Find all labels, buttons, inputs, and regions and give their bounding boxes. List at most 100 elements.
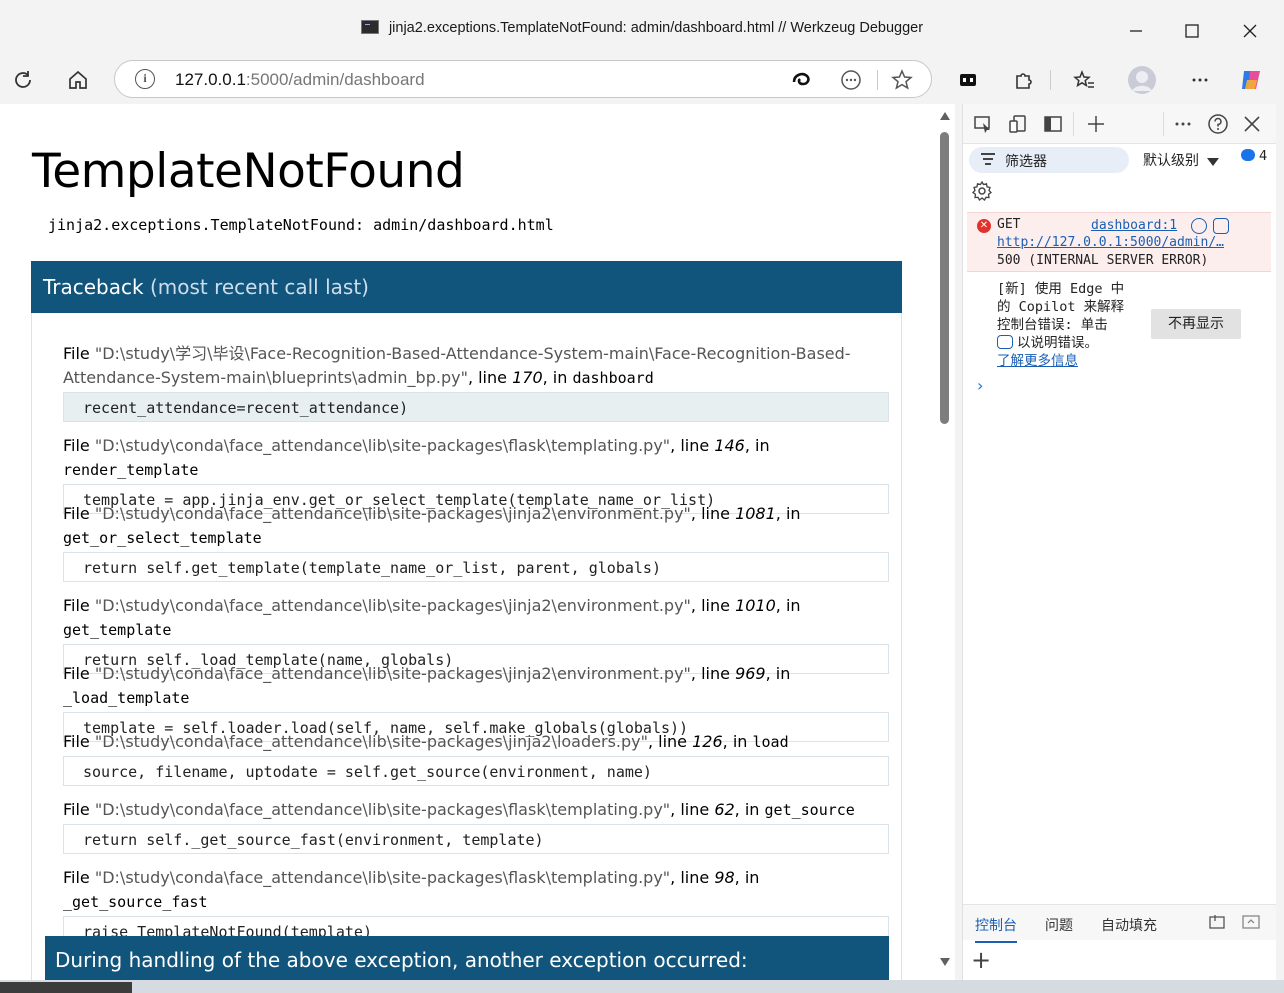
refresh-button[interactable] xyxy=(7,64,39,96)
frame-filename[interactable]: "D:\study\conda\face_attendance\lib\site… xyxy=(95,732,648,751)
add-tab-button[interactable] xyxy=(1082,110,1110,138)
address-bar[interactable]: i 127.0.0.1:5000/admin/dashboard xyxy=(114,60,932,98)
more-icon xyxy=(1175,122,1191,126)
frame-code-line[interactable]: recent_attendance=recent_attendance) xyxy=(63,392,889,422)
network-request-icon[interactable] xyxy=(1191,218,1207,234)
issues-count: 4 xyxy=(1259,149,1268,164)
copilot-icon[interactable] xyxy=(997,335,1013,349)
frame-function: get_source xyxy=(764,801,855,819)
copilot-explain-icon[interactable] xyxy=(1213,218,1229,234)
page-scrollbar[interactable] xyxy=(936,104,955,980)
frame-function: get_template xyxy=(63,621,172,639)
frame-code-line[interactable]: source, filename, uptodate = self.get_so… xyxy=(63,756,889,786)
traceback-frame: File "D:\study\学习\毕设\Face-Recognition-Ba… xyxy=(63,342,889,422)
scroll-up-arrow-icon[interactable] xyxy=(940,112,950,120)
devtools-more-button[interactable] xyxy=(1169,110,1197,138)
copilot-hint-line: 以说明错误。 xyxy=(1017,335,1098,351)
settings-more-button[interactable] xyxy=(1184,64,1216,96)
frame-line-number: 62 xyxy=(714,800,735,819)
copilot-hint-line: 的 Copilot 来解释 xyxy=(997,299,1125,315)
dont-show-again-button[interactable]: 不再显示 xyxy=(1151,309,1241,339)
extensions-button[interactable] xyxy=(1007,64,1039,96)
favorite-star-icon[interactable] xyxy=(890,68,914,92)
log-level-dropdown[interactable]: 默认级别 xyxy=(1143,150,1219,170)
console-prompt-chevron-icon[interactable]: › xyxy=(977,376,983,395)
console-settings-button[interactable] xyxy=(971,180,993,202)
frame-filename[interactable]: "D:\study\conda\face_attendance\lib\site… xyxy=(95,800,670,819)
tab-console[interactable]: 控制台 xyxy=(975,915,1017,943)
message-icon xyxy=(1241,149,1255,161)
frame-line-number: 146 xyxy=(714,436,745,455)
console-error-message: ✕ GET dashboard:1 http://127.0.0.1:5000/… xyxy=(967,212,1271,272)
frame-location: File "D:\study\conda\face_attendance\lib… xyxy=(63,664,791,707)
frame-line-number: 98 xyxy=(714,868,735,887)
traceback-subtitle: (most recent call last) xyxy=(149,275,369,299)
frame-location: File "D:\study\conda\face_attendance\lib… xyxy=(63,800,855,819)
addr-divider xyxy=(877,70,878,90)
window-right-edge xyxy=(1276,104,1284,980)
frame-filename[interactable]: "D:\study\conda\face_attendance\lib\site… xyxy=(95,504,691,523)
undock-drawer-button[interactable] xyxy=(1207,913,1227,935)
scrollbar-thumb[interactable] xyxy=(940,132,949,424)
close-window-button[interactable] xyxy=(1237,18,1263,44)
frame-filename[interactable]: "D:\study\conda\face_attendance\lib\site… xyxy=(95,868,670,887)
favorites-button[interactable] xyxy=(1068,64,1100,96)
request-method: GET xyxy=(997,217,1021,232)
learn-more-link[interactable]: 了解更多信息 xyxy=(997,352,1145,370)
frame-filename[interactable]: "D:\study\conda\face_attendance\lib\site… xyxy=(95,596,691,615)
home-button[interactable] xyxy=(62,64,94,96)
copilot-button[interactable] xyxy=(1235,64,1267,96)
frame-code-line[interactable]: return self.get_template(template_name_o… xyxy=(63,552,889,582)
device-emulation-button[interactable] xyxy=(1004,110,1032,138)
chevron-down-icon xyxy=(1207,158,1219,166)
dock-side-button[interactable] xyxy=(1039,110,1067,138)
url-path: :5000/admin/dashboard xyxy=(245,70,425,89)
inspect-element-button[interactable] xyxy=(969,110,997,138)
frame-location: File "D:\study\conda\face_attendance\lib… xyxy=(63,868,760,911)
error-source-link[interactable]: dashboard:1 xyxy=(1091,218,1177,233)
url-text[interactable]: 127.0.0.1:5000/admin/dashboard xyxy=(175,70,425,90)
drawer-add-button[interactable]: + xyxy=(971,946,991,974)
filter-icon xyxy=(981,153,995,165)
toolbar-divider xyxy=(1073,112,1074,136)
issues-counter[interactable]: 4 xyxy=(1241,149,1267,164)
help-button[interactable] xyxy=(1204,110,1232,138)
tab-autofill[interactable]: 自动填充 xyxy=(1101,915,1157,935)
profile-button[interactable] xyxy=(1126,64,1158,96)
url-host: 127.0.0.1 xyxy=(175,70,246,89)
frame-line-number: 1010 xyxy=(735,596,776,615)
traceback-frame: File "D:\study\conda\face_attendance\lib… xyxy=(63,730,889,786)
frame-code-line[interactable]: return self._get_source_fast(environment… xyxy=(63,824,889,854)
more-tools-icon[interactable] xyxy=(839,68,863,92)
copilot-hint: [新] 使用 Edge 中 的 Copilot 来解释 控制台错误: 单击 以说… xyxy=(997,280,1145,370)
favorites-list-icon xyxy=(1073,69,1094,88)
copilot-hint-line: [新] 使用 Edge 中 xyxy=(997,281,1125,297)
frame-location: File "D:\study\conda\face_attendance\lib… xyxy=(63,504,801,547)
minimize-icon xyxy=(1130,30,1142,32)
frame-filename[interactable]: "D:\study\conda\face_attendance\lib\site… xyxy=(95,664,691,683)
tab-issues[interactable]: 问题 xyxy=(1045,915,1073,935)
page-content: TemplateNotFound jinja2.exceptions.Templ… xyxy=(0,104,955,980)
copilot-hint-line: 控制台错误: 单击 xyxy=(997,317,1108,333)
frame-filename[interactable]: "D:\study\学习\毕设\Face-Recognition-Based-A… xyxy=(63,344,851,387)
edge-drop-icon[interactable] xyxy=(789,68,813,92)
frame-filename[interactable]: "D:\study\conda\face_attendance\lib\site… xyxy=(95,436,670,455)
scroll-down-arrow-icon[interactable] xyxy=(940,958,950,966)
tab-actions-icon xyxy=(960,74,976,86)
traceback-header[interactable]: Traceback (most recent call last) xyxy=(31,261,902,313)
close-devtools-button[interactable] xyxy=(1238,110,1266,138)
minimize-button[interactable] xyxy=(1123,18,1149,44)
tab-actions-button[interactable] xyxy=(952,64,984,96)
window-title: jinja2.exceptions.TemplateNotFound: admi… xyxy=(0,20,1284,36)
help-icon xyxy=(1208,114,1228,134)
frame-function: render_template xyxy=(63,461,199,479)
toolbar-divider xyxy=(1050,70,1051,90)
collapse-drawer-button[interactable] xyxy=(1241,913,1261,935)
maximize-button[interactable] xyxy=(1179,18,1205,44)
close-icon xyxy=(1244,116,1260,132)
frame-function: dashboard xyxy=(572,369,654,387)
console-filter-input[interactable]: 筛选器 xyxy=(969,147,1129,173)
frame-function: load xyxy=(752,733,789,751)
error-url-link[interactable]: http://127.0.0.1:5000/admin/… xyxy=(997,235,1224,250)
site-info-icon[interactable]: i xyxy=(135,69,155,89)
